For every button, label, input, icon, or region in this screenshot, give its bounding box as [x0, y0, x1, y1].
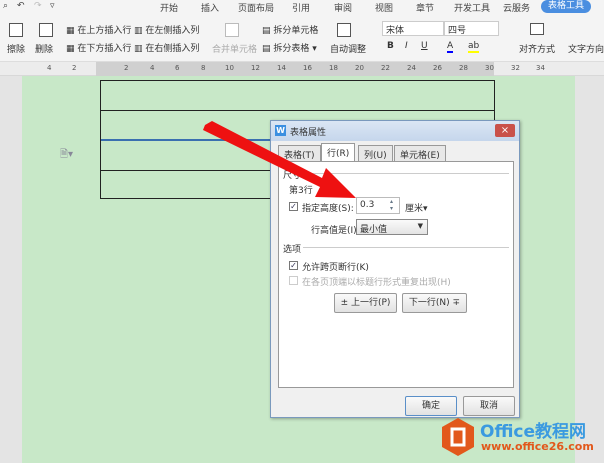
red-arrow-icon	[203, 121, 356, 198]
watermark: Office教程网 www.office26.com	[440, 412, 604, 463]
office-logo-icon	[442, 418, 474, 456]
watermark-url: www.office26.com	[481, 440, 594, 453]
annotation-arrow	[203, 121, 356, 198]
watermark-brand: Office教程网	[480, 422, 587, 442]
